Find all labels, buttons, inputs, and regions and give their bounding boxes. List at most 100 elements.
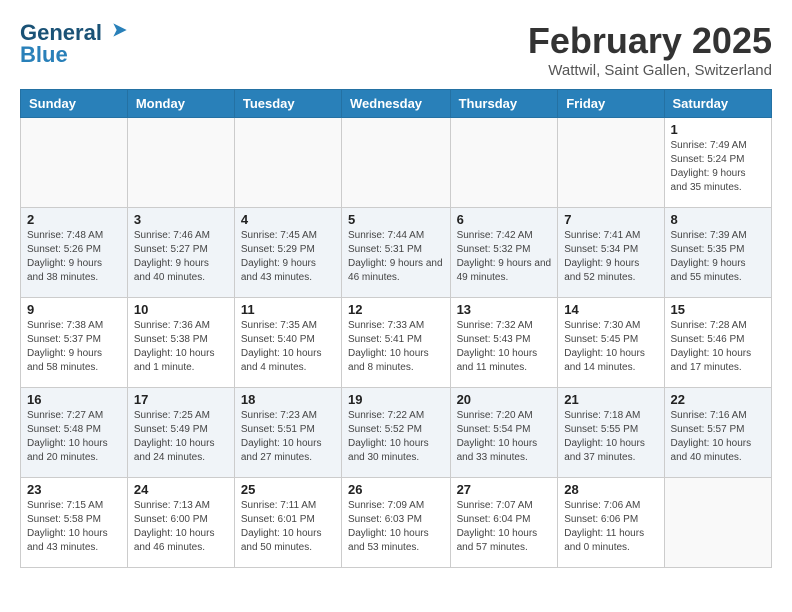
- calendar-day-cell: 7Sunrise: 7:41 AM Sunset: 5:34 PM Daylig…: [558, 208, 664, 298]
- calendar-day-cell: [21, 118, 128, 208]
- calendar-day-cell: 12 Sunrise: 7:33 AM Sunset: 5:41 PM Dayli…: [342, 298, 451, 388]
- day-info: Sunrise: 7:20 AM Sunset: 5:54 PM Dayligh…: [457, 409, 552, 465]
- day-number: 16: [27, 392, 121, 407]
- calendar-week-row: 9 Sunrise: 7:38 AM Sunset: 5:37 PM Daylig…: [21, 298, 772, 388]
- weekday-header: Friday: [558, 90, 664, 118]
- weekday-header: Thursday: [450, 90, 558, 118]
- calendar-day-cell: 13 Sunrise: 7:32 AM Sunset: 5:43 PM Dayli…: [450, 298, 558, 388]
- calendar-day-cell: 6 Sunrise: 7:42 AM Sunset: 5:32 PM Daylig…: [450, 208, 558, 298]
- weekday-header: Sunday: [21, 90, 128, 118]
- calendar-day-cell: 24Sunrise: 7:13 AM Sunset: 6:00 PM Dayli…: [127, 478, 234, 568]
- day-info: Sunrise: 7:36 AM Sunset: 5:38 PM Dayligh…: [134, 319, 228, 375]
- day-number: 9: [27, 302, 121, 317]
- calendar-day-cell: 4 Sunrise: 7:45 AM Sunset: 5:29 PM Daylig…: [234, 208, 341, 298]
- calendar-day-cell: 20 Sunrise: 7:20 AM Sunset: 5:54 PM Dayli…: [450, 388, 558, 478]
- weekday-header: Saturday: [664, 90, 771, 118]
- calendar-day-cell: 26 Sunrise: 7:09 AM Sunset: 6:03 PM Dayli…: [342, 478, 451, 568]
- calendar-day-cell: 5Sunrise: 7:44 AM Sunset: 5:31 PM Daylig…: [342, 208, 451, 298]
- day-number: 1: [671, 122, 765, 137]
- day-info: Sunrise: 7:42 AM Sunset: 5:32 PM Dayligh…: [457, 229, 552, 285]
- day-number: 22: [671, 392, 765, 407]
- day-info: Sunrise: 7:35 AM Sunset: 5:40 PM Dayligh…: [241, 319, 335, 375]
- calendar-day-cell: 27 Sunrise: 7:07 AM Sunset: 6:04 PM Dayli…: [450, 478, 558, 568]
- day-number: 20: [457, 392, 552, 407]
- calendar-week-row: 16 Sunrise: 7:27 AM Sunset: 5:48 PM Dayli…: [21, 388, 772, 478]
- day-info: Sunrise: 7:45 AM Sunset: 5:29 PM Dayligh…: [241, 229, 335, 285]
- day-info: Sunrise: 7:18 AM Sunset: 5:55 PM Dayligh…: [564, 409, 657, 465]
- calendar-week-row: 23 Sunrise: 7:15 AM Sunset: 5:58 PM Dayli…: [21, 478, 772, 568]
- calendar-week-row: 2 Sunrise: 7:48 AM Sunset: 5:26 PM Daylig…: [21, 208, 772, 298]
- day-info: Sunrise: 7:06 AM Sunset: 6:06 PM Dayligh…: [564, 499, 657, 555]
- calendar-day-cell: 1 Sunrise: 7:49 AM Sunset: 5:24 PM Daylig…: [664, 118, 771, 208]
- day-number: 5: [348, 212, 444, 227]
- day-number: 14: [564, 302, 657, 317]
- calendar-day-cell: 19 Sunrise: 7:22 AM Sunset: 5:52 PM Dayli…: [342, 388, 451, 478]
- day-number: 15: [671, 302, 765, 317]
- calendar-day-cell: 23 Sunrise: 7:15 AM Sunset: 5:58 PM Dayli…: [21, 478, 128, 568]
- day-info: Sunrise: 7:13 AM Sunset: 6:00 PM Dayligh…: [134, 499, 228, 555]
- day-number: 21: [564, 392, 657, 407]
- calendar-day-cell: 9 Sunrise: 7:38 AM Sunset: 5:37 PM Daylig…: [21, 298, 128, 388]
- day-info: Sunrise: 7:32 AM Sunset: 5:43 PM Dayligh…: [457, 319, 552, 375]
- calendar-day-cell: 22 Sunrise: 7:16 AM Sunset: 5:57 PM Dayli…: [664, 388, 771, 478]
- day-number: 12: [348, 302, 444, 317]
- weekday-header: Tuesday: [234, 90, 341, 118]
- calendar-day-cell: [450, 118, 558, 208]
- day-info: Sunrise: 7:11 AM Sunset: 6:01 PM Dayligh…: [241, 499, 335, 555]
- day-number: 13: [457, 302, 552, 317]
- calendar-subtitle: Wattwil, Saint Gallen, Switzerland: [528, 62, 772, 79]
- day-info: Sunrise: 7:22 AM Sunset: 5:52 PM Dayligh…: [348, 409, 444, 465]
- day-info: Sunrise: 7:07 AM Sunset: 6:04 PM Dayligh…: [457, 499, 552, 555]
- calendar-day-cell: [234, 118, 341, 208]
- day-number: 3: [134, 212, 228, 227]
- calendar-title: February 2025: [528, 20, 772, 62]
- day-info: Sunrise: 7:28 AM Sunset: 5:46 PM Dayligh…: [671, 319, 765, 375]
- calendar-week-row: 1 Sunrise: 7:49 AM Sunset: 5:24 PM Daylig…: [21, 118, 772, 208]
- day-info: Sunrise: 7:46 AM Sunset: 5:27 PM Dayligh…: [134, 229, 228, 285]
- calendar-day-cell: 16 Sunrise: 7:27 AM Sunset: 5:48 PM Dayli…: [21, 388, 128, 478]
- calendar-day-cell: [342, 118, 451, 208]
- day-number: 28: [564, 482, 657, 497]
- calendar-day-cell: 17Sunrise: 7:25 AM Sunset: 5:49 PM Dayli…: [127, 388, 234, 478]
- day-info: Sunrise: 7:49 AM Sunset: 5:24 PM Dayligh…: [671, 139, 765, 195]
- calendar-day-cell: 21 Sunrise: 7:18 AM Sunset: 5:55 PM Dayli…: [558, 388, 664, 478]
- day-info: Sunrise: 7:23 AM Sunset: 5:51 PM Dayligh…: [241, 409, 335, 465]
- day-number: 26: [348, 482, 444, 497]
- logo: General Blue: [20, 20, 130, 68]
- day-number: 25: [241, 482, 335, 497]
- calendar-day-cell: 3 Sunrise: 7:46 AM Sunset: 5:27 PM Daylig…: [127, 208, 234, 298]
- calendar-day-cell: 14Sunrise: 7:30 AM Sunset: 5:45 PM Dayli…: [558, 298, 664, 388]
- day-info: Sunrise: 7:48 AM Sunset: 5:26 PM Dayligh…: [27, 229, 121, 285]
- day-number: 11: [241, 302, 335, 317]
- day-info: Sunrise: 7:41 AM Sunset: 5:34 PM Dayligh…: [564, 229, 657, 285]
- calendar-day-cell: 2 Sunrise: 7:48 AM Sunset: 5:26 PM Daylig…: [21, 208, 128, 298]
- day-info: Sunrise: 7:09 AM Sunset: 6:03 PM Dayligh…: [348, 499, 444, 555]
- day-number: 6: [457, 212, 552, 227]
- day-number: 19: [348, 392, 444, 407]
- weekday-header: Wednesday: [342, 90, 451, 118]
- weekday-header: Monday: [127, 90, 234, 118]
- calendar-day-cell: 28 Sunrise: 7:06 AM Sunset: 6:06 PM Dayli…: [558, 478, 664, 568]
- calendar-day-cell: 11 Sunrise: 7:35 AM Sunset: 5:40 PM Dayli…: [234, 298, 341, 388]
- logo-blue: Blue: [20, 42, 68, 68]
- day-info: Sunrise: 7:27 AM Sunset: 5:48 PM Dayligh…: [27, 409, 121, 465]
- day-info: Sunrise: 7:15 AM Sunset: 5:58 PM Dayligh…: [27, 499, 121, 555]
- day-number: 18: [241, 392, 335, 407]
- day-number: 27: [457, 482, 552, 497]
- calendar-day-cell: 10 Sunrise: 7:36 AM Sunset: 5:38 PM Dayli…: [127, 298, 234, 388]
- day-info: Sunrise: 7:25 AM Sunset: 5:49 PM Dayligh…: [134, 409, 228, 465]
- day-info: Sunrise: 7:38 AM Sunset: 5:37 PM Dayligh…: [27, 319, 121, 375]
- calendar-day-cell: 25 Sunrise: 7:11 AM Sunset: 6:01 PM Dayli…: [234, 478, 341, 568]
- day-number: 8: [671, 212, 765, 227]
- day-info: Sunrise: 7:33 AM Sunset: 5:41 PM Dayligh…: [348, 319, 444, 375]
- calendar-day-cell: 18 Sunrise: 7:23 AM Sunset: 5:51 PM Dayli…: [234, 388, 341, 478]
- day-number: 2: [27, 212, 121, 227]
- weekday-header-row: SundayMondayTuesdayWednesdayThursdayFrid…: [21, 90, 772, 118]
- day-info: Sunrise: 7:16 AM Sunset: 5:57 PM Dayligh…: [671, 409, 765, 465]
- day-number: 23: [27, 482, 121, 497]
- day-info: Sunrise: 7:39 AM Sunset: 5:35 PM Dayligh…: [671, 229, 765, 285]
- day-number: 4: [241, 212, 335, 227]
- day-number: 10: [134, 302, 228, 317]
- calendar-table: SundayMondayTuesdayWednesdayThursdayFrid…: [20, 89, 772, 568]
- title-area: February 2025 Wattwil, Saint Gallen, Swi…: [528, 20, 772, 79]
